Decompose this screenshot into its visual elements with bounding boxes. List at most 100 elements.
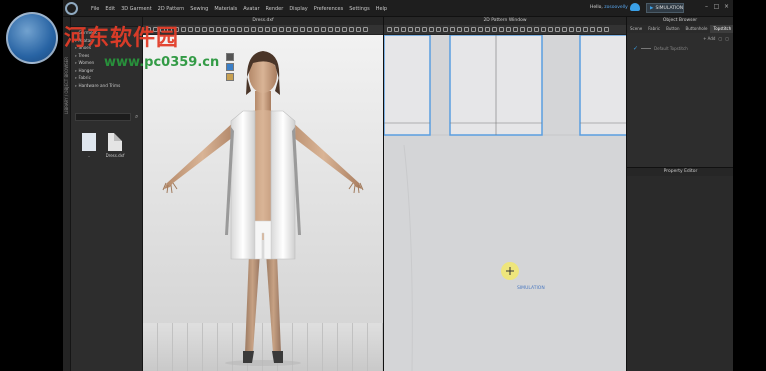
- tool-icon[interactable]: [258, 27, 263, 32]
- menu-render[interactable]: Render: [266, 6, 284, 12]
- property-editor-title: Property Editor: [627, 168, 733, 176]
- tool-icon[interactable]: [422, 27, 427, 32]
- minimize-icon[interactable]: –: [703, 3, 710, 10]
- tab-topstitch[interactable]: Topstitch: [710, 25, 733, 33]
- tool-icon[interactable]: [604, 27, 609, 32]
- tool-icon[interactable]: [226, 73, 234, 81]
- menu-preferences[interactable]: Preferences: [314, 6, 343, 12]
- menu-settings[interactable]: Settings: [349, 6, 370, 12]
- tool-icon[interactable]: [506, 27, 511, 32]
- greeting: Hello, zosoovelly: [590, 5, 628, 10]
- viewport-3d[interactable]: Dress.dxf: [143, 17, 383, 371]
- copy-icon[interactable]: ▢: [718, 36, 722, 41]
- search-icon[interactable]: ⌕: [135, 113, 138, 121]
- tool-icon[interactable]: [251, 27, 256, 32]
- tool-icon[interactable]: [394, 27, 399, 32]
- tab-fabric[interactable]: Fabric: [645, 25, 663, 33]
- menu-avatar[interactable]: Avatar: [243, 6, 259, 12]
- menu-help[interactable]: Help: [376, 6, 387, 12]
- tool-icon[interactable]: [335, 27, 340, 32]
- tool-icon[interactable]: [548, 27, 553, 32]
- avatar-scene[interactable]: [143, 35, 383, 371]
- property-editor: Property Editor: [627, 167, 733, 371]
- tool-icon[interactable]: [562, 27, 567, 32]
- item-label: Default Topstitch: [654, 45, 688, 51]
- tool-icon[interactable]: [307, 27, 312, 32]
- tool-icon[interactable]: [387, 27, 392, 32]
- tool-icon[interactable]: [408, 27, 413, 32]
- tool-icon[interactable]: [583, 27, 588, 32]
- tool-icon[interactable]: [223, 27, 228, 32]
- tab-button[interactable]: Button: [663, 25, 682, 33]
- tool-icon[interactable]: [534, 27, 539, 32]
- tool-icon[interactable]: [244, 27, 249, 32]
- cloud-icon[interactable]: [630, 3, 640, 11]
- library-side-tab[interactable]: LIBRARY / OBJECT BROWSER: [63, 17, 71, 371]
- tool-icon[interactable]: [471, 27, 476, 32]
- tool-icon[interactable]: [415, 27, 420, 32]
- list-item[interactable]: ✓ Default Topstitch: [627, 43, 733, 53]
- tool-icon[interactable]: [286, 27, 291, 32]
- menu-display[interactable]: Display: [289, 6, 307, 12]
- tool-icon[interactable]: [576, 27, 581, 32]
- greeting-text: Hello,: [590, 5, 603, 10]
- tab-scene[interactable]: Scene: [627, 25, 645, 33]
- tool-icon[interactable]: [485, 27, 490, 32]
- maximize-icon[interactable]: □: [713, 3, 720, 10]
- delete-icon[interactable]: ▢: [725, 36, 729, 41]
- tool-icon[interactable]: [478, 27, 483, 32]
- tool-icon[interactable]: [356, 27, 361, 32]
- cursor-label: SIMULATION: [517, 286, 545, 291]
- tool-icon[interactable]: [429, 27, 434, 32]
- tool-icon[interactable]: [513, 27, 518, 32]
- tool-icon[interactable]: [300, 27, 305, 32]
- tool-icon[interactable]: [237, 27, 242, 32]
- tool-icon[interactable]: [597, 27, 602, 32]
- tool-icon[interactable]: [520, 27, 525, 32]
- pattern-canvas[interactable]: SIMULATION: [384, 35, 627, 371]
- tool-icon[interactable]: [457, 27, 462, 32]
- tool-icon[interactable]: [349, 27, 354, 32]
- viewport-2d[interactable]: 2D Pattern Window SIMULATION: [383, 17, 627, 371]
- close-icon[interactable]: ×: [723, 3, 730, 10]
- tool-icon[interactable]: [272, 27, 277, 32]
- tool-icon[interactable]: [555, 27, 560, 32]
- tool-icon[interactable]: [230, 27, 235, 32]
- tool-icon[interactable]: [321, 27, 326, 32]
- tool-icon[interactable]: [541, 27, 546, 32]
- tab-buttonhole[interactable]: Buttonhole: [683, 25, 711, 33]
- avatar-figure: [162, 51, 364, 366]
- side-toolbar: [226, 53, 236, 83]
- add-button[interactable]: + Add: [703, 36, 715, 41]
- tree-item-hardware[interactable]: Hardware and Trims: [75, 82, 142, 90]
- tool-icon[interactable]: [226, 53, 234, 61]
- simulation-button[interactable]: ▶ SIMULATION: [646, 3, 684, 13]
- tool-icon[interactable]: [450, 27, 455, 32]
- tool-icon[interactable]: [436, 27, 441, 32]
- tool-icon[interactable]: [569, 27, 574, 32]
- tree-item-fabric[interactable]: Fabric: [75, 74, 142, 82]
- watermark-logo-icon: [6, 12, 58, 64]
- file-item-parent[interactable]: ..: [77, 133, 101, 158]
- library-search-input[interactable]: [75, 113, 131, 121]
- tool-icon[interactable]: [226, 63, 234, 71]
- tool-icon[interactable]: [492, 27, 497, 32]
- tool-icon[interactable]: [314, 27, 319, 32]
- pattern-pieces: [384, 35, 627, 371]
- tool-icon[interactable]: [328, 27, 333, 32]
- tool-icon[interactable]: [499, 27, 504, 32]
- tool-icon[interactable]: [279, 27, 284, 32]
- tool-icon[interactable]: [401, 27, 406, 32]
- tool-icon[interactable]: [590, 27, 595, 32]
- tool-icon[interactable]: [464, 27, 469, 32]
- tool-icon[interactable]: [443, 27, 448, 32]
- tool-icon[interactable]: [363, 27, 368, 32]
- tool-icon[interactable]: [293, 27, 298, 32]
- menu-materials[interactable]: Materials: [214, 6, 237, 12]
- username[interactable]: zosoovelly: [604, 5, 628, 10]
- library-panel: Garment Avatar Shoes Trees Women Hanger …: [71, 17, 143, 371]
- tool-icon[interactable]: [527, 27, 532, 32]
- tool-icon[interactable]: [342, 27, 347, 32]
- tool-icon[interactable]: [265, 27, 270, 32]
- file-item-dress[interactable]: Dress.dxf: [103, 133, 127, 158]
